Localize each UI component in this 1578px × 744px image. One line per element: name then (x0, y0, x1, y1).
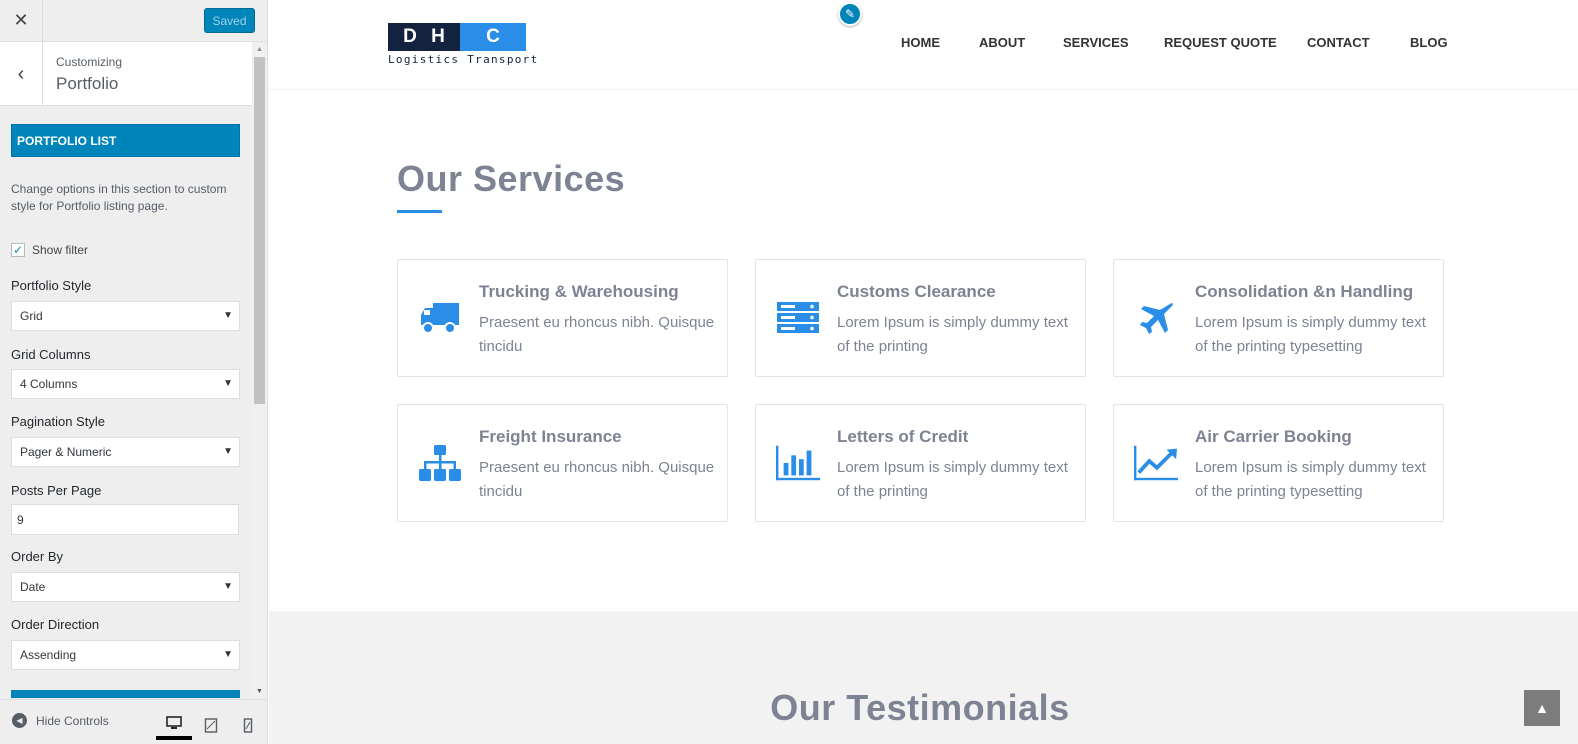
show-filter-control[interactable]: ✓ Show filter (11, 243, 88, 257)
back-arrow-icon[interactable]: ‹ (0, 42, 43, 106)
customizer-footer: ◀ Hide Controls (0, 699, 267, 744)
saved-button[interactable]: Saved (204, 8, 255, 33)
portfolio-style-value: Grid (20, 309, 43, 323)
pagination-style-label: Pagination Style (11, 414, 105, 429)
dropdown-arrow-icon: ▼ (223, 446, 233, 457)
service-text: Lorem Ipsum is simply dummy text of the … (837, 459, 1068, 500)
service-card[interactable]: Customs Clearance Lorem Ipsum is simply … (755, 259, 1086, 377)
order-by-label: Order By (11, 549, 64, 564)
dropdown-arrow-icon: ▼ (223, 310, 233, 321)
nav-services[interactable]: SERVICES (1063, 35, 1129, 50)
portfolio-list-heading: PORTFOLIO LIST (11, 124, 240, 157)
testimonials-section: Our Testimonials ▲ (269, 611, 1578, 744)
service-card[interactable]: Freight Insurance Praesent eu rhoncus ni… (397, 404, 728, 522)
section-description: Change options in this section to custom… (11, 182, 227, 213)
dropdown-arrow-icon: ▼ (223, 378, 233, 389)
nav-about[interactable]: ABOUT (979, 35, 1025, 50)
service-title: Letters of Credit (837, 427, 969, 446)
posts-per-page-input[interactable] (11, 504, 239, 535)
scroll-to-top-icon[interactable]: ▲ (1524, 690, 1560, 726)
bar-chart-icon (776, 443, 820, 483)
service-title: Freight Insurance (479, 427, 622, 446)
line-chart-icon (1134, 443, 1178, 483)
pagination-style-value: Pager & Numeric (20, 445, 112, 459)
service-text: Lorem Ipsum is simply dummy text of the … (1195, 314, 1426, 355)
nav-request-quote[interactable]: REQUEST QUOTE (1164, 35, 1277, 50)
plane-icon (1134, 298, 1178, 338)
service-text: Praesent eu rhoncus nibh. Quisque tincid… (479, 314, 715, 355)
sitemap-icon (418, 443, 462, 483)
mobile-preview-icon[interactable] (230, 710, 266, 740)
site-preview: D H C Logistics Transport ✎ HOME ABOUT S… (269, 0, 1578, 744)
logo-letter-c: C (486, 26, 500, 47)
hide-controls-label: Hide Controls (36, 713, 109, 728)
dropdown-arrow-icon: ▼ (223, 649, 233, 660)
grid-columns-label: Grid Columns (11, 347, 91, 362)
logo-letter-d: D (403, 26, 417, 47)
grid-columns-value: 4 Columns (20, 377, 78, 391)
breadcrumb: Customizing (56, 55, 123, 69)
section-heading: ‹ Customizing Portfolio (0, 42, 252, 106)
pagination-style-select[interactable]: Pager & Numeric ▼ (11, 437, 240, 467)
truck-icon (418, 298, 462, 338)
services-heading: Our Services (397, 158, 626, 199)
pencil-edit-icon[interactable]: ✎ (838, 2, 862, 26)
service-title: Trucking & Warehousing (479, 282, 679, 301)
order-direction-label: Order Direction (11, 617, 100, 632)
scroll-down-arrow-icon[interactable]: ▼ (252, 684, 267, 698)
service-text: Praesent eu rhoncus nibh. Quisque tincid… (479, 459, 715, 500)
scroll-up-arrow-icon[interactable]: ▲ (252, 42, 267, 56)
section-title: Portfolio (56, 74, 119, 93)
nav-blog[interactable]: BLOG (1410, 35, 1448, 50)
testimonials-heading: Our Testimonials (770, 687, 1070, 728)
site-logo[interactable]: D H C Logistics Transport (388, 23, 539, 66)
service-text: Lorem Ipsum is simply dummy text of the … (837, 314, 1068, 355)
show-filter-label: Show filter (32, 243, 89, 257)
service-text: Lorem Ipsum is simply dummy text of the … (1195, 459, 1426, 500)
service-card[interactable]: Air Carrier Booking Lorem Ipsum is simpl… (1113, 404, 1444, 522)
nav-contact[interactable]: CONTACT (1307, 35, 1370, 50)
logo-mark: D H C (388, 23, 526, 51)
portfolio-style-label: Portfolio Style (11, 278, 92, 293)
customizer-header: ✕ Saved (0, 0, 267, 42)
logo-letter-h: H (431, 26, 445, 47)
show-filter-checkbox[interactable]: ✓ (11, 243, 25, 257)
site-header: D H C Logistics Transport ✎ HOME ABOUT S… (269, 0, 1578, 90)
heading-underline (397, 210, 442, 213)
order-direction-select[interactable]: Assending ▼ (11, 640, 240, 670)
order-direction-value: Assending (20, 648, 77, 662)
server-icon (776, 298, 820, 338)
logo-blue-block: C (460, 23, 526, 51)
service-title: Air Carrier Booking (1195, 427, 1352, 446)
grid-columns-select[interactable]: 4 Columns ▼ (11, 369, 240, 399)
logo-tagline: Logistics Transport (388, 53, 539, 66)
service-card[interactable]: Letters of Credit Lorem Ipsum is simply … (755, 404, 1086, 522)
desktop-preview-icon[interactable] (156, 710, 192, 740)
hide-controls-button[interactable]: ◀ Hide Controls (12, 713, 109, 728)
service-card[interactable]: Consolidation &n Handling Lorem Ipsum is… (1113, 259, 1444, 377)
service-title: Consolidation &n Handling (1195, 282, 1414, 301)
sidebar-scrollbar[interactable]: ▲ ▼ (252, 42, 267, 698)
collapse-arrow-icon: ◀ (12, 713, 27, 728)
service-card[interactable]: Trucking & Warehousing Praesent eu rhonc… (397, 259, 728, 377)
order-by-select[interactable]: Date ▼ (11, 572, 240, 602)
portfolio-style-select[interactable]: Grid ▼ (11, 301, 240, 331)
customizer-sidebar: ✕ Saved ‹ Customizing Portfolio PORTFOLI… (0, 0, 268, 744)
scrollbar-thumb[interactable] (254, 57, 265, 404)
close-icon[interactable]: ✕ (0, 0, 43, 41)
order-by-value: Date (20, 580, 46, 594)
nav-home[interactable]: HOME (901, 35, 940, 50)
posts-per-page-label: Posts Per Page (11, 483, 102, 498)
customizer-panel: ‹ Customizing Portfolio PORTFOLIO LIST C… (0, 42, 252, 698)
logo-dark-block: D H (388, 23, 460, 51)
next-section-heading (11, 690, 240, 698)
tablet-preview-icon[interactable] (193, 710, 229, 740)
dropdown-arrow-icon: ▼ (223, 581, 233, 592)
service-title: Customs Clearance (837, 282, 996, 301)
